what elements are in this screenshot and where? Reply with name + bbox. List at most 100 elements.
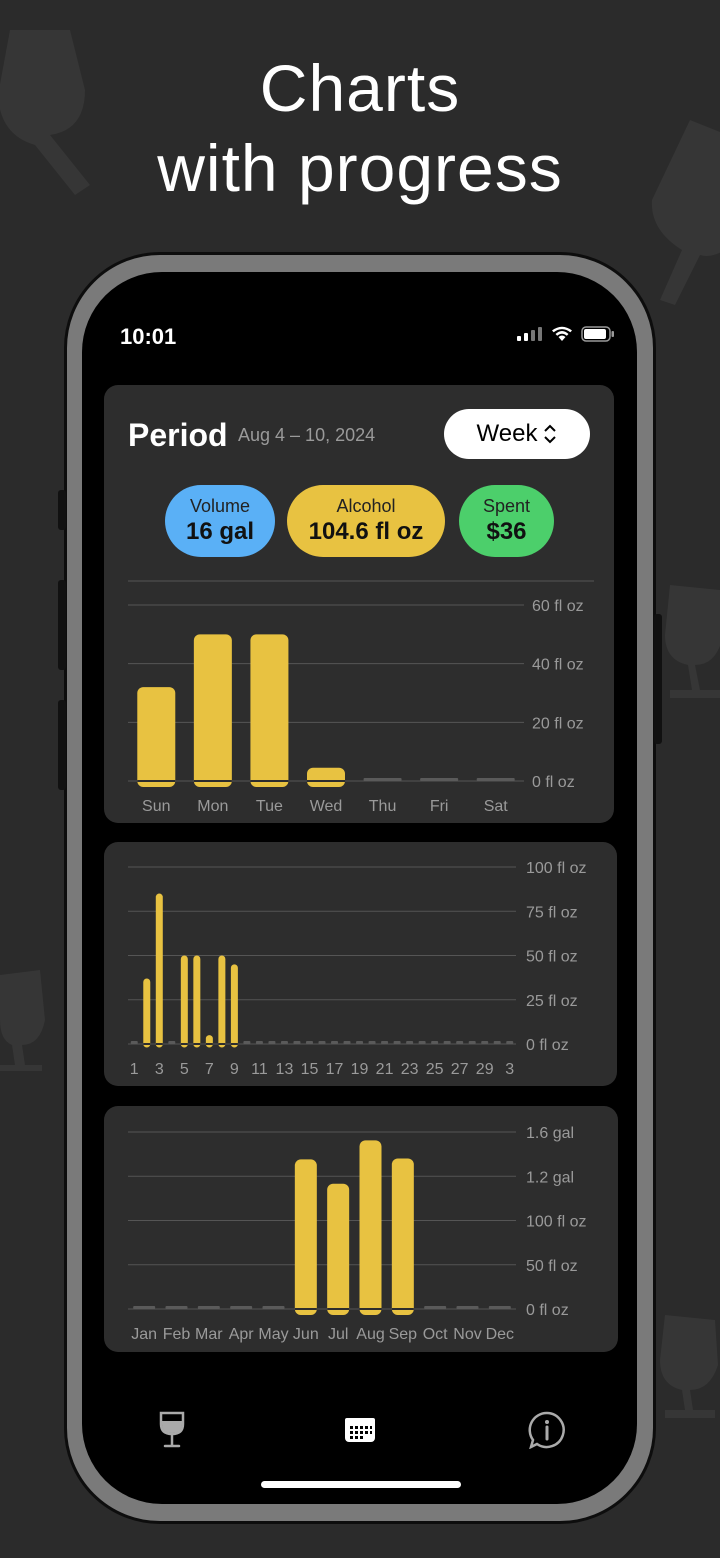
chart-bar-empty — [393, 1041, 401, 1044]
x-tick-label: 17 — [326, 1061, 344, 1078]
chart-bar-empty — [305, 1041, 313, 1044]
chart-bar[interactable] — [250, 634, 289, 787]
chart-bar-base — [327, 1308, 350, 1310]
chart-bar-empty — [493, 1041, 501, 1044]
y-tick-label: 0 fl oz — [526, 1037, 569, 1054]
chart-bar-empty — [443, 1041, 451, 1044]
x-tick-label: 13 — [276, 1061, 294, 1078]
tab-calendar[interactable] — [340, 1410, 380, 1450]
tab-info[interactable] — [527, 1410, 567, 1450]
y-tick-label: 0 fl oz — [532, 774, 575, 791]
tab-drinks[interactable] — [152, 1410, 192, 1450]
chart-bar-empty — [262, 1306, 285, 1309]
chart-bar-base — [218, 1043, 226, 1045]
x-tick-label: Nov — [453, 1326, 481, 1343]
battery-icon — [581, 326, 614, 342]
chart-bar[interactable] — [294, 1159, 317, 1315]
x-tick-label: 25 — [426, 1061, 444, 1078]
y-tick-label: 50 fl oz — [526, 949, 578, 966]
chart-bar-empty — [406, 1041, 414, 1044]
chart-bar[interactable] — [230, 964, 238, 1048]
chart-bar[interactable] — [137, 687, 176, 787]
y-tick-label: 40 fl oz — [532, 657, 584, 674]
chart-bar-empty — [368, 1041, 376, 1044]
chart-bar[interactable] — [205, 1035, 213, 1048]
x-tick-label: 21 — [376, 1061, 394, 1078]
chart-bar-empty — [197, 1306, 220, 1309]
chart-bar-base — [137, 780, 176, 782]
y-tick-label: 50 fl oz — [526, 1258, 578, 1275]
chart-bar-empty — [168, 1041, 176, 1044]
chart-bar-empty — [130, 1041, 138, 1044]
x-tick-label: 9 — [230, 1061, 239, 1078]
status-time: 10:01 — [120, 324, 177, 349]
chart-bar-empty — [255, 1041, 263, 1044]
y-tick-label: 25 fl oz — [526, 993, 578, 1010]
chart-bar-empty — [418, 1041, 426, 1044]
chart-bar[interactable] — [193, 634, 232, 787]
y-tick-label: 60 fl oz — [532, 598, 584, 615]
x-tick-label: May — [258, 1326, 288, 1343]
chart-bar[interactable] — [359, 1140, 382, 1315]
chart-bar-base — [391, 1308, 414, 1310]
y-tick-label: 20 fl oz — [532, 715, 584, 732]
chart-bar[interactable] — [391, 1158, 414, 1315]
chart-bar-base — [205, 1043, 213, 1045]
calendar-icon — [345, 1418, 375, 1442]
chart-bar-base — [230, 1043, 238, 1045]
x-tick-label: 27 — [451, 1061, 469, 1078]
chart-bar[interactable] — [180, 955, 188, 1048]
chart-bar-empty — [280, 1041, 288, 1044]
x-tick-label: Feb — [163, 1326, 191, 1343]
chart-bar[interactable] — [218, 955, 226, 1048]
x-tick-label: Sep — [389, 1326, 418, 1343]
x-tick-label: Sat — [484, 798, 509, 815]
status-icons — [517, 326, 615, 342]
phone-side-button — [58, 580, 66, 670]
x-tick-label: Tue — [256, 798, 283, 815]
daily-alcohol-chart: 0 fl oz 25 fl oz 50 fl oz 75 fl oz 100 fl oz… — [128, 860, 586, 1078]
chart-bar[interactable] — [307, 767, 345, 787]
chart-bar-empty — [268, 1041, 276, 1044]
x-tick-label: 29 — [476, 1061, 494, 1078]
monthly-volume-chart: 0 fl oz 50 fl oz 100 fl oz 1.2 gal 1.6 gal Ja… — [128, 1125, 586, 1343]
chart-bar-empty — [343, 1041, 351, 1044]
chart-bar-empty — [424, 1306, 447, 1309]
chart-bar-empty — [363, 778, 402, 781]
wifi-icon — [552, 326, 572, 341]
chart-bar-base — [193, 1043, 201, 1045]
wine-glass-icon — [159, 1411, 185, 1448]
chart-bar-base — [307, 780, 345, 782]
headline-line-2: with progress — [157, 131, 563, 205]
chart-bar-base — [143, 1043, 151, 1045]
chart-bar[interactable] — [143, 978, 151, 1048]
x-tick-label: 15 — [301, 1061, 319, 1078]
x-tick-label: Jan — [131, 1326, 157, 1343]
x-tick-label: Jul — [328, 1326, 348, 1343]
chart-bar-base — [250, 780, 289, 782]
x-tick-label: Mon — [197, 798, 228, 815]
headline: Charts with progress — [0, 48, 720, 208]
chart-bar[interactable] — [155, 893, 163, 1048]
info-bubble-icon — [528, 1411, 565, 1449]
x-tick-label: Mar — [195, 1326, 223, 1343]
x-tick-label: 19 — [351, 1061, 369, 1078]
chart-bar-empty — [488, 1306, 511, 1309]
background-glass-icon — [660, 1315, 718, 1418]
chart-bar-empty — [506, 1041, 514, 1044]
x-tick-label: Aug — [356, 1326, 384, 1343]
chart-bar[interactable] — [327, 1183, 350, 1315]
x-tick-label: 3 — [155, 1061, 164, 1078]
x-tick-label: Sun — [142, 798, 170, 815]
home-indicator — [261, 1481, 461, 1488]
chart-bar-base — [359, 1308, 382, 1310]
chart-bar-empty — [468, 1041, 476, 1044]
x-tick-label: Thu — [369, 798, 397, 815]
chart-bar[interactable] — [193, 955, 201, 1048]
chart-bar-empty — [356, 1041, 364, 1044]
y-tick-label: 75 fl oz — [526, 904, 578, 921]
period-card: Period Aug 4 – 10, 2024 Week Volume 16 g… — [104, 385, 614, 823]
chart-bar-empty — [293, 1041, 301, 1044]
y-tick-label: 1.2 gal — [526, 1169, 574, 1186]
chart-bar-empty — [456, 1041, 464, 1044]
